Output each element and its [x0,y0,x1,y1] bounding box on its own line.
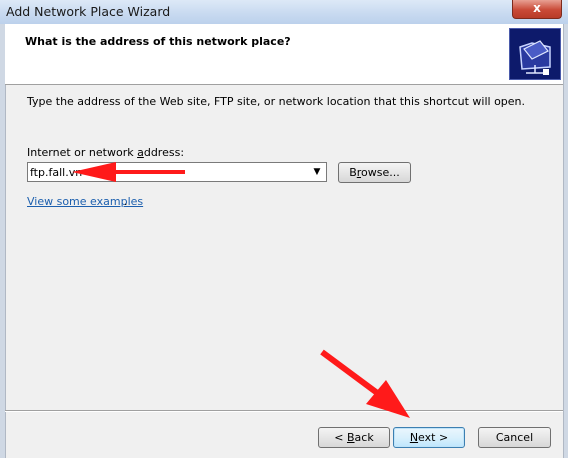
annotation-arrow-address [72,162,185,182]
annotation-arrows [72,162,410,418]
annotation-arrow-next [320,349,410,418]
